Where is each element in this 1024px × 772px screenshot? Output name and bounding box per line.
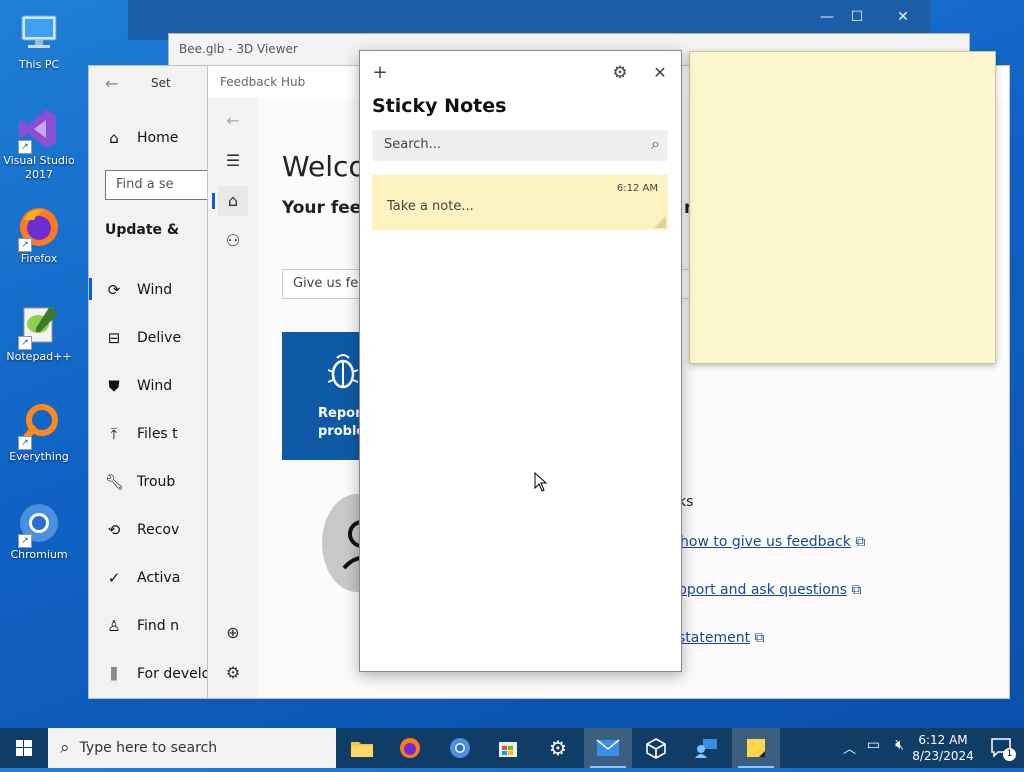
desktop-icon-this-pc[interactable]: This PC — [2, 10, 76, 72]
settings-item-windows-update[interactable]: ⟳ Wind — [105, 278, 172, 302]
notification-center-icon[interactable]: 1 — [990, 737, 1016, 761]
desktop-icon-label: This PC — [18, 58, 60, 71]
note-timestamp: 6:12 AM — [616, 183, 658, 194]
chromium-icon[interactable] — [436, 728, 484, 768]
note-preview: Take a note... — [387, 199, 474, 214]
firefox-icon[interactable] — [386, 728, 434, 768]
window-title: Set — [151, 76, 171, 90]
delivery-icon: ⊟ — [107, 329, 121, 347]
desktop-icon-notepadpp[interactable]: ↗ Notepad++ — [2, 302, 76, 364]
external-link-icon: ⧉ — [750, 630, 765, 646]
close-icon[interactable]: ✕ — [646, 61, 674, 85]
add-person-icon[interactable]: ⊕ — [218, 618, 248, 648]
shield-icon: ⛊ — [108, 377, 120, 395]
sticky-notes-icon[interactable] — [732, 728, 780, 768]
settings-item-delivery[interactable]: ⊟ Delive — [105, 326, 181, 350]
volume-muted-icon[interactable]: 🔇︎ — [895, 737, 904, 753]
desktop-icon-label: Firefox — [20, 252, 58, 265]
settings-item-recovery[interactable]: ⟲ Recov — [105, 518, 180, 542]
search-placeholder: Search... — [384, 137, 442, 152]
link-how-to-give-feedback[interactable]: how to give us feedback ⧉ — [680, 534, 865, 550]
firefox-icon: ↗ — [16, 204, 62, 252]
search-icon: ⌕ — [60, 738, 70, 758]
clock[interactable]: 6:12 AM 8/23/2024 — [908, 732, 978, 764]
home-icon[interactable]: ⌂ — [218, 186, 248, 216]
search-everything-icon: ↗ — [16, 402, 62, 450]
window-title: Bee.glb - 3D Viewer — [179, 42, 298, 56]
search-icon[interactable]: ⌕ — [651, 134, 660, 154]
window-sticky-notes: + ⚙ ✕ Sticky Notes Search... ⌕ 6:12 AM T… — [359, 50, 682, 672]
gear-icon[interactable]: ⚙ — [606, 61, 634, 85]
refresh-icon: ⟳ — [107, 281, 121, 299]
desktop-icon-label: Everything — [9, 450, 69, 463]
sticky-note-window[interactable] — [689, 51, 996, 364]
taskbar-search[interactable]: ⌕ Type here to search — [48, 728, 336, 768]
link-support[interactable]: pport and ask questions ⧉ — [678, 582, 862, 598]
feedback-sidebar: ← ☰ ⌂ ⚇ ⊕ ⚙ — [208, 98, 258, 698]
feedback-hub-icon[interactable] — [682, 728, 730, 768]
mail-icon[interactable] — [584, 728, 632, 768]
desktop-icon-chromium[interactable]: ↗ Chromium — [2, 500, 76, 562]
settings-item-troubleshoot[interactable]: 🔧︎ Troub — [105, 470, 175, 494]
taskbar-search-placeholder: Type here to search — [79, 740, 218, 756]
add-note-icon[interactable]: + — [366, 61, 394, 85]
selected-indicator — [89, 278, 92, 300]
link-privacy-statement[interactable]: statement ⧉ — [678, 630, 765, 646]
recovery-icon: ⟲ — [107, 521, 121, 539]
note-list-item[interactable]: 6:12 AM Take a note... — [372, 175, 668, 230]
settings-item-security[interactable]: ⛊ Wind — [105, 374, 172, 398]
external-link-icon: ⧉ — [847, 582, 862, 598]
notepadpp-icon: ↗ — [16, 302, 62, 350]
chevron-up-icon[interactable]: ︿ — [843, 738, 856, 757]
clock-date: 8/23/2024 — [912, 749, 974, 763]
settings-section-heading: Update & — [105, 222, 180, 238]
gear-icon[interactable]: ⚙ — [218, 658, 248, 688]
network-icon[interactable]: ▭ — [867, 737, 880, 753]
desktop-icon-firefox[interactable]: ↗ Firefox — [2, 204, 76, 266]
file-explorer-icon[interactable] — [338, 728, 386, 768]
back-arrow-icon[interactable]: ← — [218, 106, 248, 136]
start-button[interactable] — [0, 728, 48, 768]
page-title: Sticky Notes — [372, 95, 507, 117]
settings-item-activation[interactable]: ✓ Activa — [105, 566, 181, 590]
3d-viewer-icon[interactable] — [632, 728, 680, 768]
desktop-icon-label: Notepad++ — [6, 350, 72, 363]
desktop-icon-everything[interactable]: ↗ Everything — [2, 402, 76, 464]
mouse-cursor — [534, 471, 548, 492]
note-fold-corner — [654, 216, 666, 228]
bug-icon — [326, 350, 360, 398]
settings-item-files[interactable]: ⤒ Files t — [105, 422, 178, 446]
settings-item-find-device[interactable]: ♙ Find n — [105, 614, 179, 638]
check-circle-icon: ✓ — [107, 569, 121, 587]
desktop-icon-visual-studio[interactable]: ↗ Visual Studio 2017 — [2, 106, 76, 182]
notification-badge: 1 — [1003, 748, 1016, 761]
feedback-icon[interactable]: ⚇ — [218, 226, 248, 256]
upload-icon: ⤒ — [110, 425, 118, 443]
visual-studio-icon: ↗ — [16, 106, 62, 154]
close-icon[interactable]: ✕ — [880, 6, 926, 28]
chromium-icon: ↗ — [16, 500, 62, 548]
developer-icon: ⫼ — [110, 665, 118, 683]
settings-icon[interactable]: ⚙ — [534, 728, 582, 768]
computer-icon — [16, 10, 62, 56]
settings-home-label: Home — [137, 130, 179, 146]
home-icon: ⌂ — [109, 129, 119, 147]
settings-home[interactable]: ⌂ Home — [105, 126, 178, 150]
settings-search-input[interactable]: Find a se — [105, 170, 217, 200]
desktop-icon-label: Visual Studio 2017 — [3, 154, 75, 181]
external-link-icon: ⧉ — [850, 534, 866, 550]
taskbar: ⌕ Type here to search ⚙ ︿ ▭ 🔇︎ 6:12 AM 8… — [0, 728, 1024, 768]
selected-indicator — [212, 193, 215, 209]
desktop-icon-label: Chromium — [10, 548, 68, 561]
maximize-icon[interactable]: ☐ — [834, 6, 880, 28]
person-icon: ♙ — [107, 617, 121, 635]
search-input[interactable]: Search... ⌕ — [372, 130, 668, 161]
clock-time: 6:12 AM — [918, 733, 968, 747]
hamburger-menu-icon[interactable]: ☰ — [218, 146, 248, 176]
window-title: Feedback Hub — [220, 75, 306, 89]
back-arrow-icon[interactable]: ← — [105, 74, 118, 93]
settings-item-developers[interactable]: ⫼ For develop — [105, 662, 220, 686]
wrench-icon: 🔧︎ — [105, 473, 125, 491]
store-icon[interactable] — [484, 728, 532, 768]
